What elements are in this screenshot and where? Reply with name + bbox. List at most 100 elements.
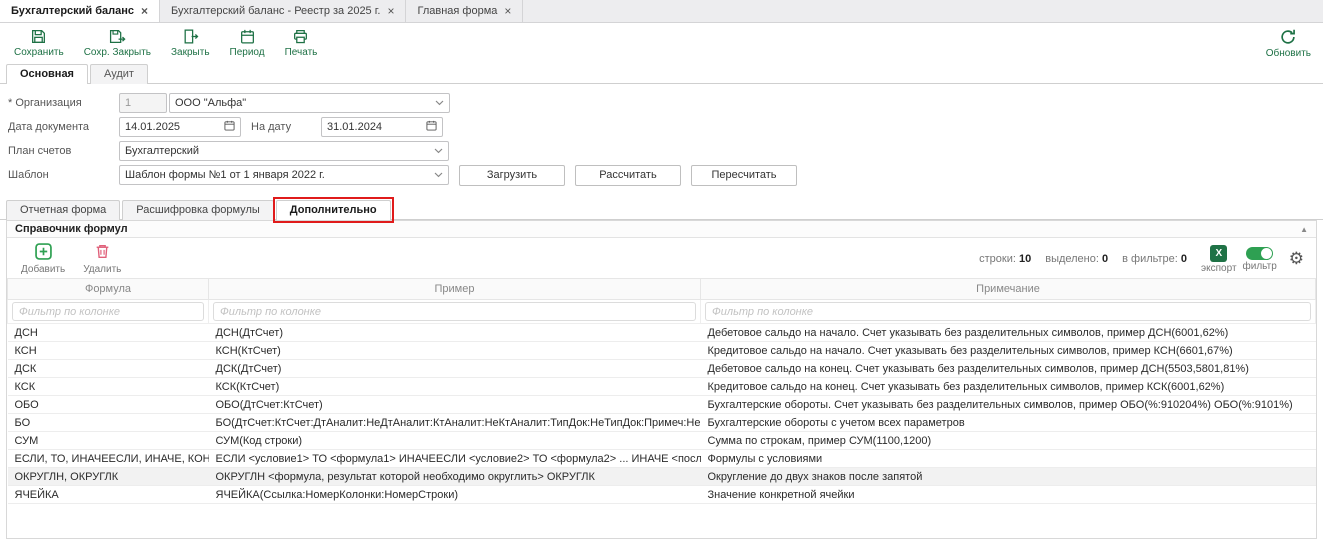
- organization-label: * Организация: [8, 97, 119, 109]
- formula-reference-panel: Справочник формул ▲ Добавить Удалить стр…: [6, 220, 1317, 539]
- table-row[interactable]: ЕСЛИ, ТО, ИНАЧЕЕСЛИ, ИНАЧЕ, КОНЕЦ ЕСЛИ <…: [8, 450, 1316, 468]
- toggle-on-icon[interactable]: [1246, 247, 1273, 260]
- cell-formula[interactable]: БО: [8, 414, 209, 432]
- doc-date-label: Дата документа: [8, 121, 119, 133]
- table-row[interactable]: ОКРУГЛН, ОКРУГЛК ОКРУГЛН <формула, резул…: [8, 468, 1316, 486]
- main-toolbar: Сохранить Сохр. Закрыть Закрыть Период П…: [0, 23, 1323, 61]
- column-header-note[interactable]: Примечание: [701, 279, 1316, 300]
- table-row[interactable]: БО БО(ДтСчет:КтСчет:ДтАналит:НеДтАналит:…: [8, 414, 1316, 432]
- cell-formula[interactable]: КСН: [8, 342, 209, 360]
- recalculate-button[interactable]: Пересчитать: [691, 165, 797, 186]
- table-row[interactable]: КСК КСК(КтСчет) Кредитовое сальдо на кон…: [8, 378, 1316, 396]
- window-tab-registry[interactable]: Бухгалтерский баланс - Реестр за 2025 г.…: [160, 0, 406, 22]
- column-header-example[interactable]: Пример: [209, 279, 701, 300]
- chevron-down-icon: [435, 97, 444, 109]
- table-row[interactable]: КСН КСН(КтСчет) Кредитовое сальдо на нач…: [8, 342, 1316, 360]
- cell-note[interactable]: Сумма по строкам, пример СУМ(1100,1200): [701, 432, 1316, 450]
- print-button[interactable]: Печать: [285, 28, 318, 58]
- calculate-button[interactable]: Рассчитать: [575, 165, 681, 186]
- tab-formula-decode[interactable]: Расшифровка формулы: [122, 200, 273, 220]
- cell-example[interactable]: ЯЧЕЙКА(Ссылка:НомерКолонки:НомерСтроки): [209, 486, 701, 504]
- tab-report-form[interactable]: Отчетная форма: [6, 200, 120, 220]
- close-button[interactable]: Закрыть: [171, 28, 210, 58]
- form-area: * Организация 1 ООО "Альфа" Дата докумен…: [0, 84, 1323, 191]
- cell-formula[interactable]: ДСН: [8, 324, 209, 342]
- cell-example[interactable]: ОБО(ДтСчет:КтСчет): [209, 396, 701, 414]
- table-row[interactable]: ЯЧЕЙКА ЯЧЕЙКА(Ссылка:НомерКолонки:НомерС…: [8, 486, 1316, 504]
- cell-note[interactable]: Дебетовое сальдо на конец. Счет указыват…: [701, 360, 1316, 378]
- form-tab-bar: Основная Аудит: [0, 61, 1323, 84]
- table-row[interactable]: СУМ СУМ(Код строки) Сумма по строкам, пр…: [8, 432, 1316, 450]
- table-row[interactable]: ДСН ДСН(ДтСчет) Дебетовое сальдо на нача…: [8, 324, 1316, 342]
- cell-example[interactable]: КСН(КтСчет): [209, 342, 701, 360]
- close-icon[interactable]: ×: [387, 5, 394, 17]
- print-label: Печать: [285, 47, 318, 58]
- add-label: Добавить: [21, 264, 65, 275]
- table-row[interactable]: ОБО ОБО(ДтСчет:КтСчет) Бухгалтерские обо…: [8, 396, 1316, 414]
- template-select[interactable]: Шаблон формы №1 от 1 января 2022 г.: [119, 165, 449, 185]
- delete-row-button[interactable]: Удалить: [83, 243, 121, 275]
- cell-formula[interactable]: ОКРУГЛН, ОКРУГЛК: [8, 468, 209, 486]
- collapse-icon[interactable]: ▲: [1300, 225, 1308, 234]
- load-button[interactable]: Загрузить: [459, 165, 565, 186]
- cell-formula[interactable]: ЯЧЕЙКА: [8, 486, 209, 504]
- add-row-button[interactable]: Добавить: [21, 243, 65, 275]
- cell-formula[interactable]: СУМ: [8, 432, 209, 450]
- column-header-formula[interactable]: Формула: [8, 279, 209, 300]
- doc-date-field[interactable]: 14.01.2025: [119, 117, 241, 137]
- cell-note[interactable]: Кредитовое сальдо на конец. Счет указыва…: [701, 378, 1316, 396]
- cell-example[interactable]: ЕСЛИ <условие1> ТО <формула1> ИНАЧЕЕСЛИ …: [209, 450, 701, 468]
- detail-tab-bar: Отчетная форма Расшифровка формулы Допол…: [0, 191, 1323, 220]
- cell-example[interactable]: ДСК(ДтСчет): [209, 360, 701, 378]
- chart-of-accounts-select[interactable]: Бухгалтерский: [119, 141, 449, 161]
- filter-toggle[interactable]: фильтр: [1243, 247, 1277, 272]
- calendar-icon[interactable]: [426, 120, 437, 134]
- tab-audit[interactable]: Аудит: [90, 64, 148, 84]
- cell-note[interactable]: Значение конкретной ячейки: [701, 486, 1316, 504]
- window-tab-main-form[interactable]: Главная форма ×: [406, 0, 523, 22]
- export-label: экспорт: [1201, 263, 1237, 274]
- filter-row: [8, 300, 1316, 324]
- refresh-button[interactable]: Обновить: [1266, 28, 1311, 59]
- close-icon[interactable]: ×: [504, 5, 511, 17]
- grid-status: строки: 10 выделено: 0 в фильтре: 0 X эк…: [979, 245, 1304, 274]
- export-excel-button[interactable]: X экспорт: [1201, 245, 1237, 274]
- cell-note[interactable]: Бухгалтерские обороты. Счет указывать бе…: [701, 396, 1316, 414]
- organization-select[interactable]: ООО "Альфа": [169, 93, 450, 113]
- cell-note[interactable]: Округление до двух знаков после запятой: [701, 468, 1316, 486]
- gear-icon[interactable]: ⚙: [1289, 251, 1304, 268]
- form-row-template: Шаблон Шаблон формы №1 от 1 января 2022 …: [8, 163, 1315, 187]
- on-date-field[interactable]: 31.01.2024: [321, 117, 443, 137]
- cell-example[interactable]: СУМ(Код строки): [209, 432, 701, 450]
- save-close-button[interactable]: Сохр. Закрыть: [84, 28, 151, 58]
- refresh-label: Обновить: [1266, 48, 1311, 59]
- tab-main[interactable]: Основная: [6, 64, 88, 84]
- save-button[interactable]: Сохранить: [14, 28, 64, 58]
- cell-formula[interactable]: ДСК: [8, 360, 209, 378]
- cell-note[interactable]: Кредитовое сальдо на начало. Счет указыв…: [701, 342, 1316, 360]
- close-icon[interactable]: ×: [141, 5, 148, 17]
- organization-code-field[interactable]: 1: [119, 93, 167, 113]
- table-row[interactable]: ДСК ДСК(ДтСчет) Дебетовое сальдо на коне…: [8, 360, 1316, 378]
- cell-formula[interactable]: ЕСЛИ, ТО, ИНАЧЕЕСЛИ, ИНАЧЕ, КОНЕЦ: [8, 450, 209, 468]
- cell-example[interactable]: ОКРУГЛН <формула, результат которой необ…: [209, 468, 701, 486]
- window-tab-label: Бухгалтерский баланс: [11, 5, 134, 17]
- cell-formula[interactable]: ОБО: [8, 396, 209, 414]
- filter-input-example[interactable]: [213, 302, 696, 321]
- filter-input-formula[interactable]: [12, 302, 204, 321]
- calendar-icon[interactable]: [224, 120, 235, 134]
- cell-formula[interactable]: КСК: [8, 378, 209, 396]
- filter-input-note[interactable]: [705, 302, 1311, 321]
- cell-example[interactable]: БО(ДтСчет:КтСчет:ДтАналит:НеДтАналит:КтА…: [209, 414, 701, 432]
- chevron-down-icon: [434, 145, 443, 157]
- cell-note[interactable]: Дебетовое сальдо на начало. Счет указыва…: [701, 324, 1316, 342]
- cell-note[interactable]: Бухгалтерские обороты с учетом всех пара…: [701, 414, 1316, 432]
- cell-example[interactable]: КСК(КтСчет): [209, 378, 701, 396]
- cell-example[interactable]: ДСН(ДтСчет): [209, 324, 701, 342]
- tab-additional[interactable]: Дополнительно: [276, 200, 391, 220]
- cell-note[interactable]: Формулы с условиями: [701, 450, 1316, 468]
- period-button[interactable]: Период: [230, 28, 265, 58]
- on-date-label: На дату: [241, 121, 321, 133]
- window-tab-balance[interactable]: Бухгалтерский баланс ×: [0, 0, 160, 22]
- period-label: Период: [230, 47, 265, 58]
